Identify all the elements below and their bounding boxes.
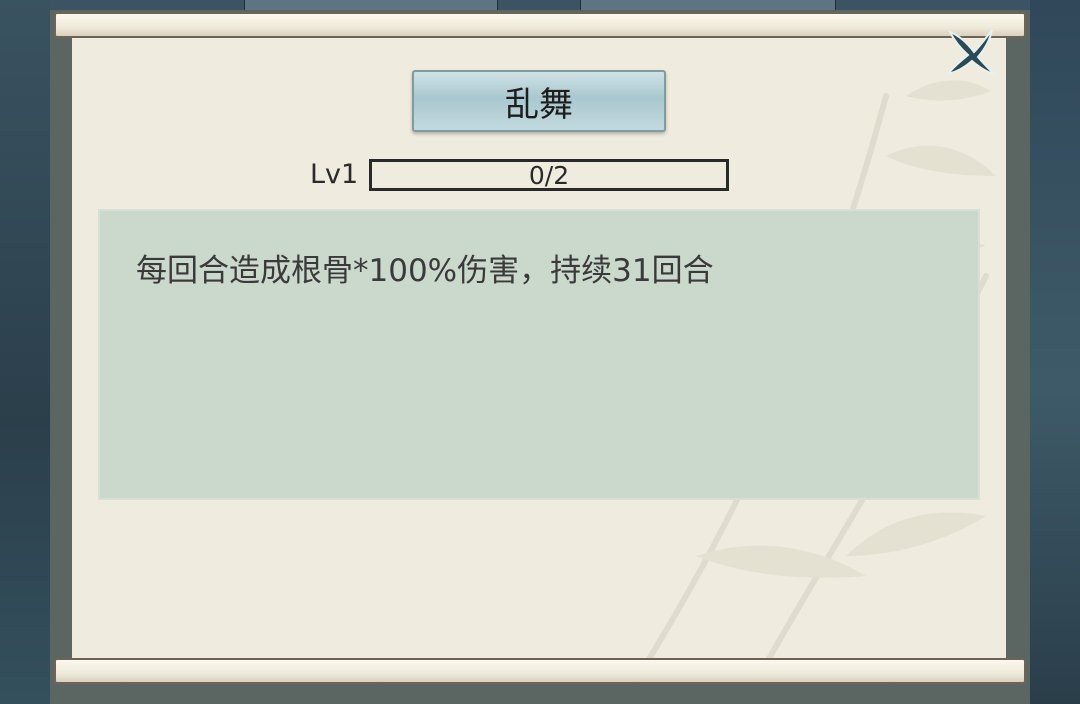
skill-name-button[interactable]: 乱舞 [412, 70, 666, 132]
skill-name: 乱舞 [505, 84, 573, 125]
skill-level-label: Lv1 [310, 159, 359, 190]
close-x-icon [945, 29, 998, 76]
skill-progress-bar: 0/2 [369, 159, 729, 191]
scroll-roller-top [54, 12, 1026, 38]
skill-description: 每回合造成根骨*100%伤害，持续31回合 [136, 253, 714, 289]
close-button[interactable] [944, 26, 998, 78]
scroll-roller-bottom [54, 658, 1026, 684]
skill-progress-text: 0/2 [528, 160, 570, 190]
skill-description-box: 每回合造成根骨*100%伤害，持续31回合 [100, 211, 978, 498]
